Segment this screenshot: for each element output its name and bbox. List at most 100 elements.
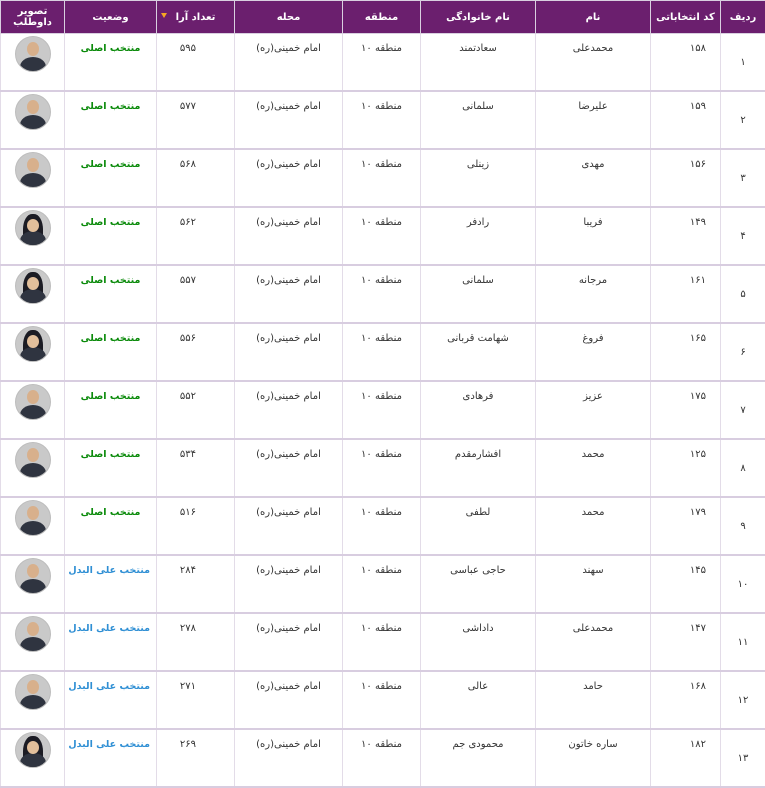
header-region[interactable]: منطقه [343, 1, 421, 34]
candidate-avatar[interactable] [15, 36, 51, 72]
last-name-cell: زینلی [421, 149, 536, 207]
first-name-cell: محمد [536, 497, 651, 555]
status-badge: منتخب علی البدل [68, 681, 150, 692]
candidate-photo-cell [1, 381, 65, 439]
candidate-photo-cell [1, 323, 65, 381]
table-row: ۸۱۲۵محمدافشارمقدممنطقه ۱۰امام خمینی(ره)۵… [1, 439, 765, 497]
status-badge: منتخب اصلی [81, 449, 141, 460]
candidate-avatar[interactable] [15, 384, 51, 420]
neighborhood-cell: امام خمینی(ره) [235, 729, 343, 787]
election-code-cell: ۱۶۸ [651, 671, 721, 729]
header-last-name[interactable]: نام خانوادگی [421, 1, 536, 34]
row-number-cell: ۱۱ [721, 613, 765, 671]
election-code-cell: ۱۸۲ [651, 729, 721, 787]
status-cell: منتخب اصلی [65, 207, 157, 265]
candidate-photo-cell [1, 207, 65, 265]
table-row: ۶۱۶۵فروغشهامت قربانیمنطقه ۱۰امام خمینی(ر… [1, 323, 765, 381]
votes-cell: ۵۹۵ [157, 34, 235, 92]
row-number-cell: ۳ [721, 149, 765, 207]
header-votes-label: تعداد آرا [176, 12, 216, 23]
row-number-cell: ۹ [721, 497, 765, 555]
status-cell: منتخب علی البدل [65, 613, 157, 671]
header-row-number[interactable]: ردیف [721, 1, 765, 34]
status-badge: منتخب اصلی [81, 275, 141, 286]
candidate-avatar[interactable] [15, 558, 51, 594]
candidate-photo-cell [1, 439, 65, 497]
last-name-cell: عالی [421, 671, 536, 729]
candidate-photo-cell [1, 613, 65, 671]
candidate-avatar[interactable] [15, 442, 51, 478]
header-election-code[interactable]: کد انتخاباتی [651, 1, 721, 34]
last-name-cell: فرهادی [421, 381, 536, 439]
region-cell: منطقه ۱۰ [343, 729, 421, 787]
region-cell: منطقه ۱۰ [343, 613, 421, 671]
header-neighborhood[interactable]: محله [235, 1, 343, 34]
header-status[interactable]: وضعیت [65, 1, 157, 34]
candidate-photo-cell [1, 91, 65, 149]
avatar-head [27, 335, 39, 348]
avatar-body [20, 231, 46, 246]
candidate-avatar[interactable] [15, 94, 51, 130]
header-votes[interactable]: تعداد آرا [157, 1, 235, 34]
election-code-cell: ۱۲۵ [651, 439, 721, 497]
table-row: ۱۱۵۸محمدعلیسعادتمندمنطقه ۱۰امام خمینی(ره… [1, 34, 765, 92]
header-first-name[interactable]: نام [536, 1, 651, 34]
status-cell: منتخب اصلی [65, 381, 157, 439]
votes-cell: ۵۱۶ [157, 497, 235, 555]
neighborhood-cell: امام خمینی(ره) [235, 91, 343, 149]
avatar-body [20, 173, 46, 188]
status-cell: منتخب اصلی [65, 439, 157, 497]
first-name-cell: علیرضا [536, 91, 651, 149]
avatar-head [27, 448, 39, 462]
first-name-cell: فروغ [536, 323, 651, 381]
votes-cell: ۲۶۹ [157, 729, 235, 787]
first-name-cell: فریبا [536, 207, 651, 265]
votes-cell: ۵۶۲ [157, 207, 235, 265]
neighborhood-cell: امام خمینی(ره) [235, 34, 343, 92]
last-name-cell: شهامت قربانی [421, 323, 536, 381]
first-name-cell: مهدی [536, 149, 651, 207]
votes-cell: ۵۵۲ [157, 381, 235, 439]
table-row: ۳۱۵۶مهدیزینلیمنطقه ۱۰امام خمینی(ره)۵۶۸من… [1, 149, 765, 207]
header-candidate-photo[interactable]: تصویر داوطلب [1, 1, 65, 34]
region-cell: منطقه ۱۰ [343, 323, 421, 381]
status-cell: منتخب علی البدل [65, 729, 157, 787]
status-cell: منتخب علی البدل [65, 555, 157, 613]
candidate-photo-cell [1, 34, 65, 92]
candidate-avatar[interactable] [15, 500, 51, 536]
avatar-head [27, 622, 39, 636]
table-header-row: ردیف کد انتخاباتی نام نام خانوادگی منطقه… [1, 1, 765, 34]
election-code-cell: ۱۷۹ [651, 497, 721, 555]
avatar-body [20, 695, 46, 710]
last-name-cell: سلمانی [421, 265, 536, 323]
neighborhood-cell: امام خمینی(ره) [235, 381, 343, 439]
candidate-photo-cell [1, 265, 65, 323]
candidate-avatar[interactable] [15, 268, 51, 304]
row-number-cell: ۱ [721, 34, 765, 92]
avatar-body [20, 521, 46, 536]
row-number-cell: ۴ [721, 207, 765, 265]
table-row: ۱۰۱۴۵سهندحاجی عباسیمنطقه ۱۰امام خمینی(ره… [1, 555, 765, 613]
candidate-avatar[interactable] [15, 616, 51, 652]
avatar-head [27, 219, 39, 232]
neighborhood-cell: امام خمینی(ره) [235, 555, 343, 613]
candidate-avatar[interactable] [15, 732, 51, 768]
region-cell: منطقه ۱۰ [343, 381, 421, 439]
last-name-cell: سعادتمند [421, 34, 536, 92]
status-badge: منتخب علی البدل [68, 739, 150, 750]
votes-cell: ۲۷۱ [157, 671, 235, 729]
avatar-head [27, 680, 39, 694]
candidate-photo-cell [1, 729, 65, 787]
last-name-cell: سلمانی [421, 91, 536, 149]
candidate-avatar[interactable] [15, 326, 51, 362]
status-badge: منتخب اصلی [81, 391, 141, 402]
candidate-avatar[interactable] [15, 674, 51, 710]
votes-cell: ۵۵۶ [157, 323, 235, 381]
row-number-cell: ۵ [721, 265, 765, 323]
candidate-avatar[interactable] [15, 210, 51, 246]
candidate-avatar[interactable] [15, 152, 51, 188]
candidate-photo-cell [1, 671, 65, 729]
status-cell: منتخب اصلی [65, 265, 157, 323]
status-cell: منتخب اصلی [65, 149, 157, 207]
election-code-cell: ۱۴۹ [651, 207, 721, 265]
